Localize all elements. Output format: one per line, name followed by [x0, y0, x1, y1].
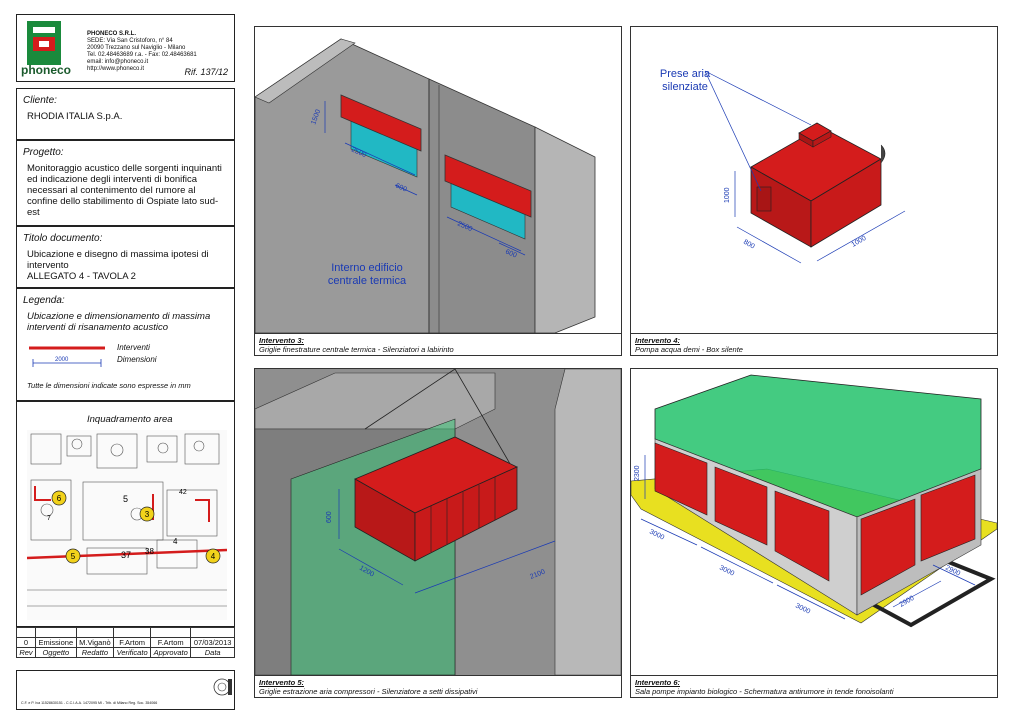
plan-label: 38: [145, 547, 154, 556]
company-line: email: info@phoneco.it: [87, 59, 149, 65]
panel-caption: Intervento 6: Sala pompe impianto biolog…: [631, 675, 997, 697]
dim-label: 3000: [794, 603, 811, 616]
dim-label: 800: [742, 239, 756, 251]
area-marker-5: 5: [65, 548, 81, 564]
document-label: Titolo documento:: [23, 233, 103, 244]
dim-label: 600: [326, 511, 333, 523]
panel-note: Interno edificio: [331, 262, 403, 274]
area-section: Inquadramento area 6 3 5 4 5 37 38 4 42 …: [16, 401, 235, 627]
dim-label: 1000: [724, 187, 731, 203]
marker-text: 6: [57, 494, 62, 503]
client-label: Cliente:: [23, 95, 57, 106]
caption-desc: Sala pompe impianto biologico - Schermat…: [635, 687, 894, 696]
panel-caption: Intervento 4: Pompa acqua demi - Box sil…: [631, 333, 997, 355]
dim-label: 1000: [851, 235, 868, 249]
client-section: Cliente: RHODIA ITALIA S.p.A.: [16, 88, 235, 140]
rev-header: Redatto: [75, 647, 115, 658]
footer-section: C.F. e P. Iva 11528630151 - C.C.I.A.A. 1…: [16, 670, 235, 710]
company-name: PHONECO S.R.L.: [87, 31, 137, 37]
rev-header: Data: [190, 647, 235, 658]
caption-title: Intervento 3:: [259, 336, 305, 345]
plan-label: 42: [179, 489, 187, 496]
caption-desc: Griglie estrazione aria compressori - Si…: [259, 687, 478, 696]
caption-title: Intervento 5:: [259, 678, 305, 687]
legend-dimensioni: Dimensioni: [117, 355, 157, 364]
project-section: Progetto: Monitoraggio acustico delle so…: [16, 140, 235, 226]
rev-cell: 07/03/2013: [190, 637, 235, 648]
dim-label: 3000: [648, 529, 665, 542]
plan-label: 7: [47, 515, 51, 522]
client-value: RHODIA ITALIA S.p.A.: [27, 111, 123, 122]
plan-label: 37: [121, 550, 131, 560]
rev-cell: M.Viganò: [75, 637, 115, 648]
marker-text: 5: [71, 552, 76, 561]
panel-intervento-3: 1500 2500 600 2500 600 Interno edificio …: [254, 26, 622, 356]
legend-label: Legenda:: [23, 295, 65, 306]
panel-intervento-4: 1000 800 1000 Prese aria silenziate Inte…: [630, 26, 998, 356]
drawing-intervento-4: 1000 800 1000 Prese aria silenziate: [660, 68, 906, 264]
plan-label: 5: [123, 494, 128, 504]
area-title: Inquadramento area: [87, 414, 173, 425]
caption-desc: Pompa acqua demi - Box silente: [635, 345, 743, 354]
legend-description: Ubicazione e dimensionamento di massima …: [27, 311, 211, 333]
caption-desc: Griglie finestrature centrale termica - …: [259, 345, 454, 354]
marker-text: 3: [145, 510, 150, 519]
drawing-intervento-6: 2300 3000 3000 3000 2900 2900: [631, 374, 997, 628]
panel-intervento-6: 2300 3000 3000 3000 2900 2900 Intervento…: [630, 368, 998, 698]
legend-interventi: Interventi: [117, 343, 150, 352]
panel-note: centrale termica: [328, 275, 407, 287]
rev-header: Rev: [16, 647, 36, 658]
footer-text: C.F. e P. Iva 11528630151 - C.C.I.A.A. 1…: [21, 701, 158, 705]
legend-note: Tutte le dimensioni indicate sono espres…: [27, 381, 191, 390]
drawing-intervento-3: 1500 2500 600 2500 600 Interno edificio …: [255, 38, 596, 333]
rev-cell: Emissione: [35, 637, 77, 648]
area-marker-6: 6: [51, 490, 67, 506]
panel-intervento-5: 600 1200 2100 Intervento 5: Griglie estr…: [254, 368, 622, 698]
rev-header: Oggetto: [35, 647, 77, 658]
rev-header: Approvato: [150, 647, 192, 658]
rev-cell: 0: [16, 637, 36, 648]
caption-title: Intervento 6:: [635, 678, 681, 687]
panel-note: silenziate: [662, 81, 708, 93]
legend-symbols: [29, 346, 105, 367]
rev-cell: F.Artom: [113, 637, 152, 648]
legend-dim-value: 2000: [55, 357, 69, 363]
panel-caption: Intervento 5: Griglie estrazione aria co…: [255, 675, 621, 697]
panel-caption: Intervento 3: Griglie finestrature centr…: [255, 333, 621, 355]
rev-header: Verificato: [113, 647, 152, 658]
document-subtitle: ALLEGATO 4 - TAVOLA 2: [27, 271, 136, 282]
rev-cell: F.Artom: [150, 637, 192, 648]
caption-title: Intervento 4:: [635, 336, 681, 345]
revision-table: 0 Emissione M.Viganò F.Artom F.Artom 07/…: [16, 627, 235, 658]
company-line: Tel. 02.48463689 r.a. - Fax: 02.48463681: [87, 52, 197, 58]
company-line: 20090 Trezzano sul Naviglio - Milano: [87, 45, 186, 51]
dim-label: 2300: [634, 465, 641, 481]
drawing-intervento-5: 600 1200 2100: [255, 369, 621, 675]
area-marker-3: 3: [139, 506, 155, 522]
plan-label: 4: [173, 537, 178, 546]
document-title: Ubicazione e disegno di massima ipotesi …: [27, 249, 209, 271]
site-plan: 6 3 5 4 5 37 38 4 42 7: [27, 430, 227, 620]
company-line: SEDE: Via San Cristoforo, n° 84: [87, 38, 173, 44]
legend-section: Legenda: Ubicazione e dimensionamento di…: [16, 288, 235, 401]
reference-number: Rif. 137/12: [184, 67, 228, 77]
panel-note: Prese aria: [660, 68, 711, 80]
company-line: http://www.phoneco.it: [87, 66, 145, 72]
document-section: Titolo documento: Ubicazione e disegno d…: [16, 226, 235, 288]
marker-text: 4: [211, 552, 216, 561]
project-label: Progetto:: [23, 147, 64, 158]
certification-seal-icon: [213, 678, 232, 696]
logo-text: phoneco: [21, 63, 71, 77]
area-marker-4: 4: [205, 548, 221, 564]
project-value: Monitoraggio acustico delle sorgenti inq…: [27, 163, 222, 218]
company-header: phoneco PHONECO S.R.L. SEDE: Via San Cri…: [16, 14, 235, 82]
dim-label: 2900: [899, 595, 916, 609]
dim-label: 3000: [718, 565, 735, 578]
